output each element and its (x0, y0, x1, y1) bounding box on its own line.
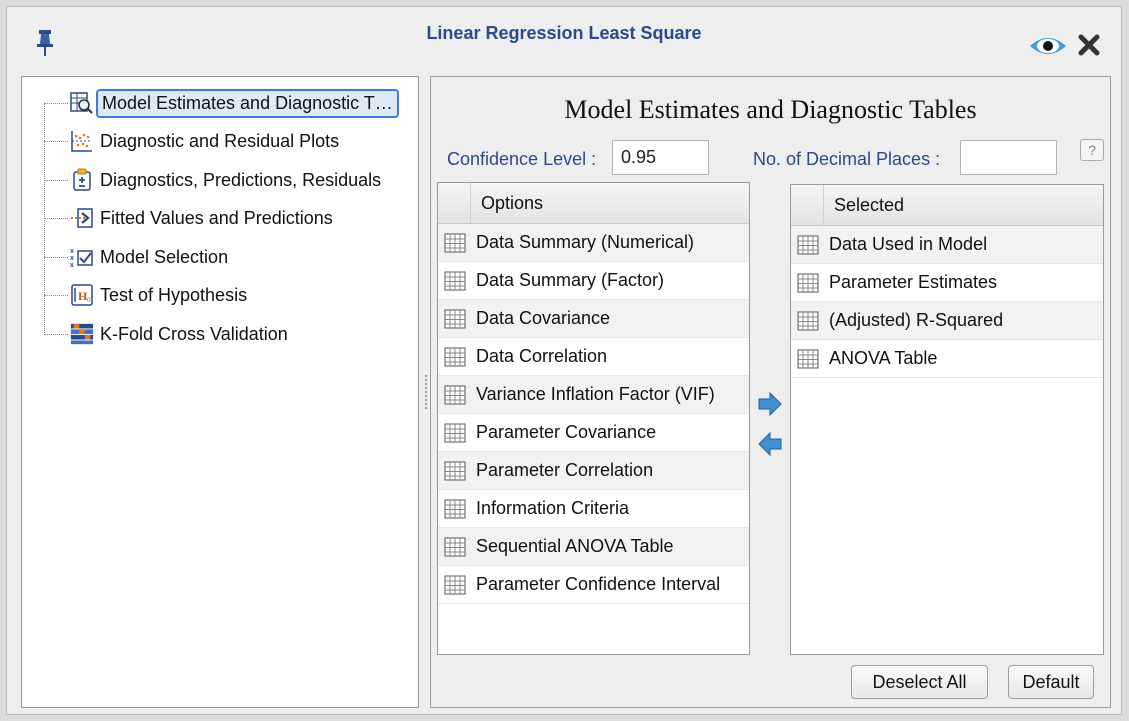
deselect-all-button[interactable]: Deselect All (851, 665, 988, 699)
table-icon (444, 537, 466, 556)
title-bar: Linear Regression Least Square (7, 7, 1121, 75)
clipboard-plusminus-icon (70, 168, 94, 192)
residual-plot-icon (70, 129, 94, 153)
selected-header: Selected (791, 185, 1103, 226)
options-panel: Model Estimates and Diagnostic Tables Co… (430, 76, 1111, 708)
svg-text:x: x (70, 255, 74, 262)
kfold-grid-icon (70, 322, 94, 346)
list-item[interactable]: Data Summary (Factor) (438, 262, 749, 300)
list-item[interactable]: Parameter Correlation (438, 452, 749, 490)
window-title: Linear Regression Least Square (426, 22, 702, 43)
list-item[interactable]: Data Correlation (438, 338, 749, 376)
list-item[interactable]: Data Covariance (438, 300, 749, 338)
table-icon (444, 423, 466, 442)
dialog-window: Linear Regression Least Square Model Est… (6, 6, 1122, 715)
list-item[interactable]: Data Summary (Numerical) (438, 224, 749, 262)
checkbox-x-icon: x x x (70, 245, 94, 269)
svg-text:x: x (70, 248, 74, 255)
list-item[interactable]: Parameter Covariance (438, 414, 749, 452)
tree-item-model-selection[interactable]: x x x Model Selection (22, 241, 228, 273)
svg-text:x: x (70, 262, 74, 269)
arrow-into-box-icon (70, 206, 94, 230)
tree-item-model-estimates[interactable]: Model Estimates and Diagnostic T… (22, 87, 399, 119)
table-icon (444, 347, 466, 366)
options-header-label: Options (481, 192, 544, 213)
tree-item-label: Model Estimates and Diagnostic T… (96, 88, 399, 118)
close-icon[interactable] (1078, 34, 1100, 61)
list-item[interactable]: Data Used in Model (791, 226, 1103, 264)
move-left-arrow-icon[interactable] (757, 431, 783, 462)
list-item[interactable]: Parameter Confidence Interval (438, 566, 749, 604)
help-button[interactable]: ? (1080, 139, 1104, 161)
table-icon (444, 233, 466, 252)
selected-list[interactable]: Selected Data Used in Model Parameter Es… (790, 184, 1104, 655)
list-item[interactable]: Variance Inflation Factor (VIF) (438, 376, 749, 414)
tree-item-label: Diagnostics, Predictions, Residuals (100, 169, 382, 190)
decimal-places-input[interactable] (960, 140, 1057, 175)
svg-text:0: 0 (87, 296, 91, 304)
list-item[interactable]: ANOVA Table (791, 340, 1103, 378)
pin-icon[interactable] (35, 29, 55, 62)
table-magnifier-icon (70, 91, 94, 115)
table-icon (797, 349, 819, 368)
list-item[interactable]: Information Criteria (438, 490, 749, 528)
table-icon (444, 499, 466, 518)
h0-icon: H 0 (70, 283, 94, 307)
table-icon (797, 235, 819, 254)
options-list[interactable]: Options Data Summary (Numerical) Data Su… (437, 182, 750, 655)
confidence-level-label: Confidence Level : (447, 149, 597, 169)
tree-item-test-hypothesis[interactable]: H 0 Test of Hypothesis (22, 279, 247, 311)
tree-item-label: K-Fold Cross Validation (100, 323, 288, 344)
selected-rows: Data Used in Model Parameter Estimates (… (791, 226, 1103, 378)
table-icon (444, 575, 466, 594)
table-icon (797, 273, 819, 292)
options-header: Options (438, 183, 749, 224)
confidence-level-input[interactable] (612, 140, 709, 175)
navigation-tree: Model Estimates and Diagnostic T… Diagno… (21, 76, 419, 708)
tree-item-fitted-values[interactable]: Fitted Values and Predictions (22, 202, 333, 234)
tree-item-label: Diagnostic and Residual Plots (100, 130, 340, 151)
table-icon (444, 385, 466, 404)
list-item[interactable]: (Adjusted) R-Squared (791, 302, 1103, 340)
eye-icon[interactable] (1028, 34, 1068, 63)
tree-item-label: Fitted Values and Predictions (100, 207, 333, 228)
decimal-places-label: No. of Decimal Places : (753, 149, 941, 169)
table-icon (444, 461, 466, 480)
table-icon (444, 309, 466, 328)
table-icon (444, 271, 466, 290)
default-button[interactable]: Default (1008, 665, 1094, 699)
selected-header-label: Selected (834, 194, 905, 215)
tree-item-label: Test of Hypothesis (100, 284, 248, 305)
move-right-arrow-icon[interactable] (757, 391, 783, 422)
tree-item-label: Model Selection (100, 246, 229, 267)
panel-title: Model Estimates and Diagnostic Tables (564, 95, 977, 124)
list-item[interactable]: Sequential ANOVA Table (438, 528, 749, 566)
tree-item-diagnostics-predictions[interactable]: Diagnostics, Predictions, Residuals (22, 164, 381, 196)
list-item[interactable]: Parameter Estimates (791, 264, 1103, 302)
tree-item-diagnostic-plots[interactable]: Diagnostic and Residual Plots (22, 125, 339, 157)
tree-item-kfold[interactable]: K-Fold Cross Validation (22, 318, 288, 350)
options-rows: Data Summary (Numerical) Data Summary (F… (438, 224, 749, 604)
table-icon (797, 311, 819, 330)
